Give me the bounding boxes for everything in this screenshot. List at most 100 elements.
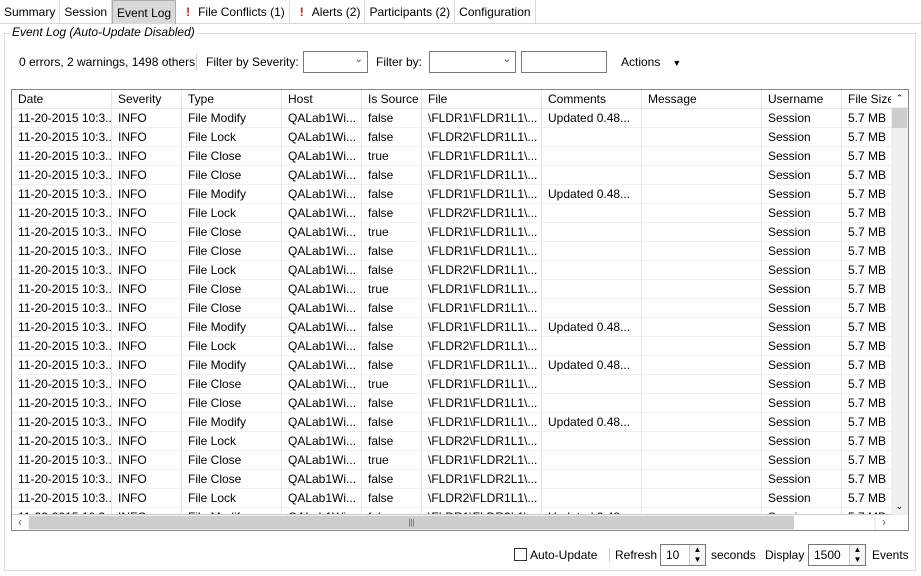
table-cell: Session bbox=[762, 223, 842, 241]
filter-severity-select[interactable]: ⌄ bbox=[303, 51, 368, 73]
table-row[interactable]: 11-20-2015 10:3...INFOFile ModifyQALab1W… bbox=[12, 185, 892, 204]
table-row[interactable]: 11-20-2015 10:3...INFOFile ModifyQALab1W… bbox=[12, 318, 892, 337]
spinner-arrows-icon[interactable]: ▲ ▼ bbox=[849, 545, 865, 565]
table-cell: false bbox=[362, 337, 422, 355]
actions-menu-button[interactable]: Actions ▼ bbox=[621, 55, 681, 69]
table-cell: 5.7 MB bbox=[842, 109, 892, 127]
table-cell: File Modify bbox=[182, 109, 282, 127]
table-cell: false bbox=[362, 204, 422, 222]
spinner-arrows-icon[interactable]: ▲ ▼ bbox=[689, 545, 705, 565]
scroll-up-icon[interactable]: ⌃ bbox=[891, 90, 908, 107]
table-row[interactable]: 11-20-2015 10:3... INFO File Lock QALab1Wi.… bbox=[12, 261, 892, 280]
column-header[interactable]: Is Source bbox=[362, 90, 422, 108]
table-cell: File Close bbox=[182, 299, 282, 317]
table-cell: \FLDR1\FLDR1L1\... bbox=[422, 413, 542, 431]
tab-configuration[interactable]: Configuration bbox=[455, 0, 536, 24]
table-cell: File Lock bbox=[182, 128, 282, 146]
table-cell: true bbox=[362, 451, 422, 469]
horizontal-scrollbar[interactable]: ‹ ||| › bbox=[12, 514, 892, 530]
table-cell: 11-20-2015 10:3... bbox=[12, 299, 112, 317]
table-row[interactable]: 11-20-2015 10:3... INFO File Close QALab1Wi… bbox=[12, 375, 892, 394]
table-cell: 11-20-2015 10:3... bbox=[12, 451, 112, 469]
filter-text-input[interactable] bbox=[521, 51, 607, 73]
table-cell: INFO bbox=[112, 413, 182, 431]
table-cell: 11-20-2015 10:3... bbox=[12, 470, 112, 488]
tab-summary[interactable]: Summary bbox=[0, 0, 61, 24]
table-cell: 5.7 MB bbox=[842, 394, 892, 412]
table-cell: \FLDR1\FLDR1L1\... bbox=[422, 109, 542, 127]
table-cell bbox=[642, 280, 762, 298]
tab-file-conflicts[interactable]: ! File Conflicts (1) bbox=[176, 0, 290, 24]
table-cell: File Close bbox=[182, 242, 282, 260]
table-cell: QALab1Wi... bbox=[282, 147, 362, 165]
table-row[interactable]: 11-20-2015 10:3... INFO File Close QALab1Wi… bbox=[12, 242, 892, 261]
table-row[interactable]: 11-20-2015 10:3... INFO File Close QALab1Wi… bbox=[12, 280, 892, 299]
table-cell: QALab1Wi... bbox=[282, 166, 362, 184]
column-header[interactable]: Date bbox=[12, 90, 112, 108]
table-cell: 5.7 MB bbox=[842, 451, 892, 469]
table-row[interactable]: 11-20-2015 10:3... INFO File Lock QALab1Wi.… bbox=[12, 204, 892, 223]
auto-update-checkbox[interactable] bbox=[514, 548, 527, 561]
table-cell: QALab1Wi... bbox=[282, 489, 362, 507]
column-header[interactable]: Type bbox=[182, 90, 282, 108]
table-cell: 11-20-2015 10:3... bbox=[12, 223, 112, 241]
table-cell: 11-20-2015 10:3... bbox=[12, 204, 112, 222]
chevron-down-icon: ⌄ bbox=[354, 54, 363, 65]
tab-participants[interactable]: Participants (2) bbox=[365, 0, 456, 24]
table-cell bbox=[642, 451, 762, 469]
table-cell: INFO bbox=[112, 318, 182, 336]
table-cell: Session bbox=[762, 318, 842, 336]
table-row[interactable]: 11-20-2015 10:3...INFOFile ModifyQALab1W… bbox=[12, 356, 892, 375]
tab-session[interactable]: Session bbox=[60, 0, 113, 24]
table-cell: QALab1Wi... bbox=[282, 356, 362, 374]
table-cell: 11-20-2015 10:3... bbox=[12, 356, 112, 374]
table-row[interactable]: 11-20-2015 10:3... INFO File Lock QALab1Wi.… bbox=[12, 337, 892, 356]
table-row[interactable]: 11-20-2015 10:3...INFOFile ModifyQALab1W… bbox=[12, 109, 892, 128]
scroll-left-icon[interactable]: ‹ bbox=[12, 515, 28, 530]
refresh-label: Refresh bbox=[615, 548, 658, 562]
divider bbox=[609, 548, 610, 562]
table-cell: INFO bbox=[112, 337, 182, 355]
table-row[interactable]: 11-20-2015 10:3... INFO File Close QALab1Wi… bbox=[12, 147, 892, 166]
table-cell: INFO bbox=[112, 375, 182, 393]
table-cell: 5.7 MB bbox=[842, 356, 892, 374]
table-cell: 11-20-2015 10:3... bbox=[12, 318, 112, 336]
column-header[interactable]: Comments bbox=[542, 90, 642, 108]
table-cell: false bbox=[362, 299, 422, 317]
scroll-thumb[interactable]: ||| bbox=[29, 516, 794, 529]
table-row[interactable]: 11-20-2015 10:3... INFO File Close QALab1Wi… bbox=[12, 470, 892, 489]
vertical-scrollbar[interactable]: ⌃ ⌄ bbox=[891, 90, 908, 515]
tab-event-log[interactable]: Event Log bbox=[112, 0, 177, 24]
scroll-down-icon[interactable]: ⌄ bbox=[891, 498, 908, 515]
table-row[interactable]: 11-20-2015 10:3... INFO File Close QALab1Wi… bbox=[12, 223, 892, 242]
display-stepper[interactable]: 1500 ▲ ▼ bbox=[808, 544, 866, 566]
refresh-stepper[interactable]: 10 ▲ ▼ bbox=[660, 544, 706, 566]
table-row[interactable]: 11-20-2015 10:3...INFOFile ModifyQALab1W… bbox=[12, 413, 892, 432]
event-log-table: Date Severity Type Host Is Source File Comment… bbox=[11, 89, 909, 531]
column-header[interactable]: Username bbox=[762, 90, 842, 108]
table-row[interactable]: 11-20-2015 10:3... INFO File Close QALab1Wi… bbox=[12, 166, 892, 185]
table-cell: Session bbox=[762, 204, 842, 222]
table-row[interactable]: 11-20-2015 10:3... INFO File Close QALab1Wi… bbox=[12, 451, 892, 470]
column-header[interactable]: File bbox=[422, 90, 542, 108]
scroll-thumb[interactable] bbox=[892, 108, 907, 128]
table-cell bbox=[642, 470, 762, 488]
table-cell: File Close bbox=[182, 166, 282, 184]
table-cell: 11-20-2015 10:3... bbox=[12, 261, 112, 279]
scroll-right-icon[interactable]: › bbox=[876, 515, 892, 530]
table-row[interactable]: 11-20-2015 10:3... INFO File Lock QALab1Wi.… bbox=[12, 432, 892, 451]
table-row[interactable]: 11-20-2015 10:3... INFO File Lock QALab1Wi.… bbox=[12, 128, 892, 147]
column-header[interactable]: Message bbox=[642, 90, 762, 108]
column-header[interactable]: File Size bbox=[842, 90, 892, 108]
column-header[interactable]: Severity bbox=[112, 90, 182, 108]
table-row[interactable]: 11-20-2015 10:3... INFO File Lock QALab1Wi.… bbox=[12, 489, 892, 508]
tab-alerts[interactable]: ! Alerts (2) bbox=[290, 0, 366, 24]
table-cell: Session bbox=[762, 128, 842, 146]
table-cell: false bbox=[362, 109, 422, 127]
table-cell bbox=[542, 451, 642, 469]
filter-by-select[interactable]: ⌄ bbox=[429, 51, 516, 73]
table-row[interactable]: 11-20-2015 10:3... INFO File Close QALab1Wi… bbox=[12, 299, 892, 318]
table-row[interactable]: 11-20-2015 10:3... INFO File Close QALab1Wi… bbox=[12, 394, 892, 413]
events-label: Events bbox=[872, 548, 909, 562]
column-header[interactable]: Host bbox=[282, 90, 362, 108]
